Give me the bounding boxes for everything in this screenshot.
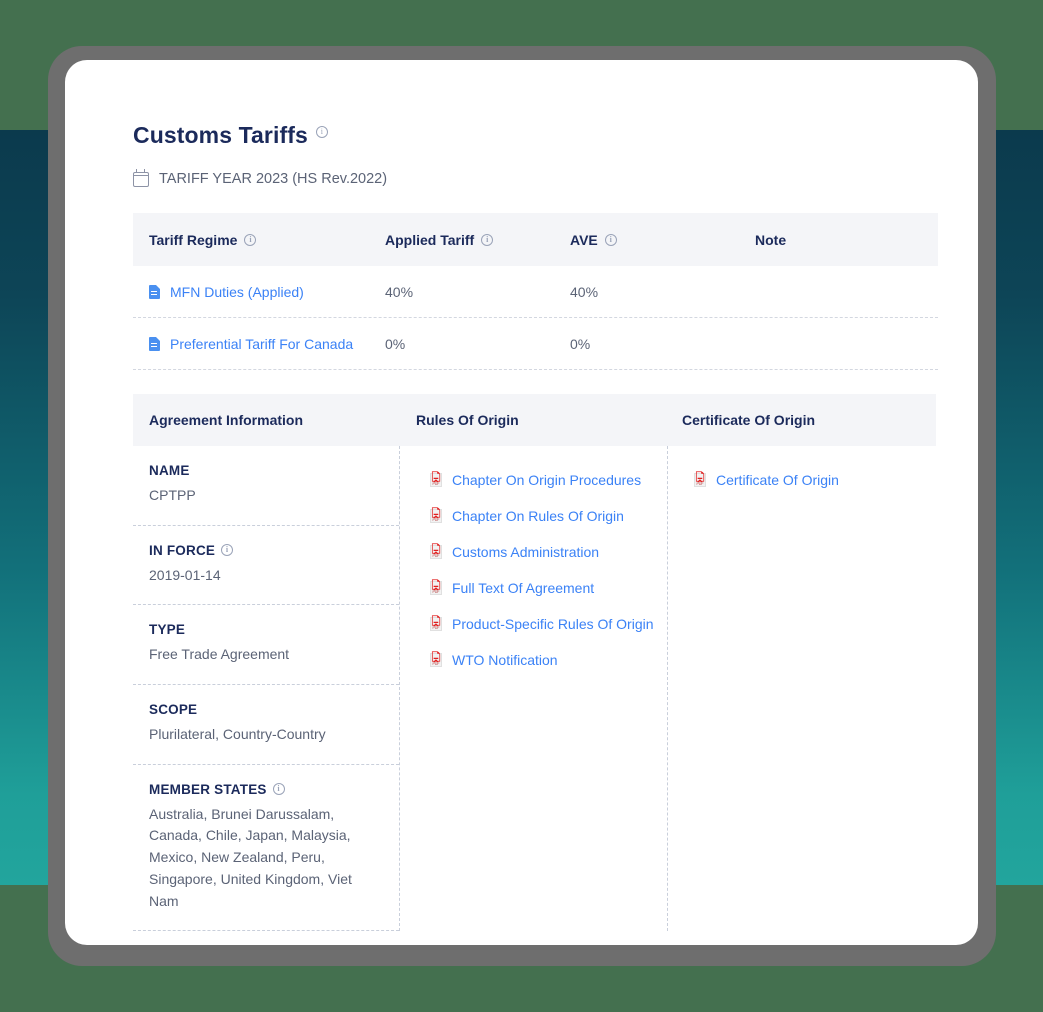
applied-tariff-value: 40% — [385, 283, 414, 300]
rules-of-origin-link[interactable]: Full Text Of Agreement — [452, 580, 594, 596]
agreement-section: Agreement Information Rules Of Origin Ce… — [133, 394, 936, 932]
column-header-applied-tariff: Applied Tariff — [385, 232, 570, 248]
column-header-agreement-information: Agreement Information — [149, 412, 304, 428]
pdf-icon: ⌅PDF — [430, 651, 442, 667]
tariff-table-header: Tariff Regime Applied Tariff AVE Note — [133, 213, 938, 266]
pdf-icon: ⌅PDF — [430, 615, 442, 631]
column-header-ave: AVE — [570, 232, 755, 248]
field-name: NAME CPTPP — [133, 446, 399, 526]
field-label: MEMBER STATES — [149, 782, 383, 797]
field-value: Free Trade Agreement — [149, 646, 290, 663]
pdf-icon: ⌅PDF — [430, 543, 442, 559]
column-header-note: Note — [755, 231, 787, 248]
field-label: IN FORCE — [149, 543, 383, 558]
list-item: ⌅PDF Chapter On Rules Of Origin — [400, 498, 667, 534]
tariff-year-row: TARIFF YEAR 2023 (HS Rev.2022) — [132, 168, 910, 187]
column-header-certificate-of-origin: Certificate Of Origin — [682, 412, 816, 428]
table-row: MFN Duties (Applied) 40% 40% — [133, 266, 938, 318]
pdf-icon: ⌅PDF — [430, 471, 442, 487]
column-header-tariff-regime: Tariff Regime — [133, 232, 385, 248]
agreement-body: NAME CPTPP IN FORCE 2019-01-14 TYPE — [133, 446, 936, 932]
field-label: SCOPE — [149, 702, 383, 717]
agreement-information-column: NAME CPTPP IN FORCE 2019-01-14 TYPE — [133, 446, 400, 932]
column-header-rules-of-origin: Rules Of Origin — [416, 412, 519, 428]
field-value: Australia, Brunei Darussalam, Canada, Ch… — [149, 805, 352, 909]
ave-value: 0% — [570, 335, 591, 352]
list-item: ⌅PDF Customs Administration — [400, 534, 667, 570]
field-member-states: MEMBER STATES Australia, Brunei Darussal… — [133, 765, 399, 932]
field-label-text: NAME — [149, 463, 190, 478]
field-label: TYPE — [149, 622, 383, 637]
rules-of-origin-column: ⌅PDF Chapter On Origin Procedures ⌅PDF C… — [400, 446, 668, 932]
page-title-row: Customs Tariffs — [133, 122, 910, 149]
pdf-icon: ⌅PDF — [430, 507, 442, 523]
certificate-of-origin-link[interactable]: Certificate Of Origin — [716, 472, 839, 488]
field-scope: SCOPE Plurilateral, Country-Country — [133, 685, 399, 765]
tariff-regime-cell: Preferential Tariff For Canada — [133, 336, 385, 352]
list-item: ⌅PDF Certificate Of Origin — [668, 462, 936, 498]
list-item: ⌅PDF WTO Notification — [400, 642, 667, 678]
field-label-text: TYPE — [149, 622, 186, 638]
info-icon[interactable] — [481, 233, 494, 246]
tariff-regime-link[interactable]: Preferential Tariff For Canada — [170, 336, 353, 352]
field-value: Plurilateral, Country-Country — [149, 726, 326, 743]
applied-tariff-value: 0% — [385, 335, 406, 352]
rules-of-origin-link[interactable]: Customs Administration — [452, 544, 599, 560]
field-label: NAME — [149, 463, 383, 478]
field-value: CPTPP — [149, 487, 196, 503]
list-item: ⌅PDF Chapter On Origin Procedures — [400, 462, 667, 498]
list-item: ⌅PDF Product-Specific Rules Of Origin — [400, 606, 667, 642]
field-in-force: IN FORCE 2019-01-14 — [133, 526, 399, 606]
rules-of-origin-link[interactable]: WTO Notification — [452, 652, 558, 668]
column-header-applied-tariff-label: Applied Tariff — [385, 231, 475, 248]
certificate-of-origin-column: ⌅PDF Certificate Of Origin — [668, 446, 936, 931]
column-header-tariff-regime-label: Tariff Regime — [149, 231, 238, 248]
rules-of-origin-link[interactable]: Chapter On Rules Of Origin — [452, 508, 624, 524]
field-type: TYPE Free Trade Agreement — [133, 605, 399, 686]
tariff-regime-link[interactable]: MFN Duties (Applied) — [170, 284, 304, 300]
info-icon[interactable] — [221, 544, 234, 557]
document-icon — [149, 284, 160, 299]
info-icon[interactable] — [244, 233, 257, 246]
field-label-text: IN FORCE — [149, 542, 216, 558]
field-label-text: MEMBER STATES — [149, 781, 267, 797]
tariff-year-label: TARIFF YEAR 2023 (HS Rev.2022) — [159, 171, 388, 187]
list-item: ⌅PDF Full Text Of Agreement — [400, 570, 667, 606]
rules-of-origin-link[interactable]: Chapter On Origin Procedures — [452, 472, 641, 488]
page-title: Customs Tariffs — [133, 122, 308, 148]
field-value: 2019-01-14 — [149, 566, 221, 583]
info-icon[interactable] — [315, 126, 328, 138]
tariff-regime-cell: MFN Duties (Applied) — [133, 284, 385, 300]
pdf-icon: ⌅PDF — [430, 579, 442, 595]
column-header-ave-label: AVE — [570, 231, 598, 248]
calendar-icon — [132, 168, 150, 187]
document-icon — [149, 336, 160, 351]
ave-value: 40% — [570, 283, 599, 300]
tariff-table: Tariff Regime Applied Tariff AVE Note MF… — [133, 213, 938, 370]
customs-tariffs-card: Customs Tariffs TARIFF YEAR 2023 (HS Rev… — [65, 60, 978, 945]
rules-of-origin-link[interactable]: Product-Specific Rules Of Origin — [452, 616, 654, 632]
field-label-text: SCOPE — [149, 702, 198, 718]
info-icon[interactable] — [272, 783, 285, 796]
pdf-icon: ⌅PDF — [694, 471, 706, 487]
table-row: Preferential Tariff For Canada 0% 0% — [133, 318, 938, 370]
agreement-section-header: Agreement Information Rules Of Origin Ce… — [133, 394, 936, 446]
info-icon[interactable] — [604, 233, 617, 246]
